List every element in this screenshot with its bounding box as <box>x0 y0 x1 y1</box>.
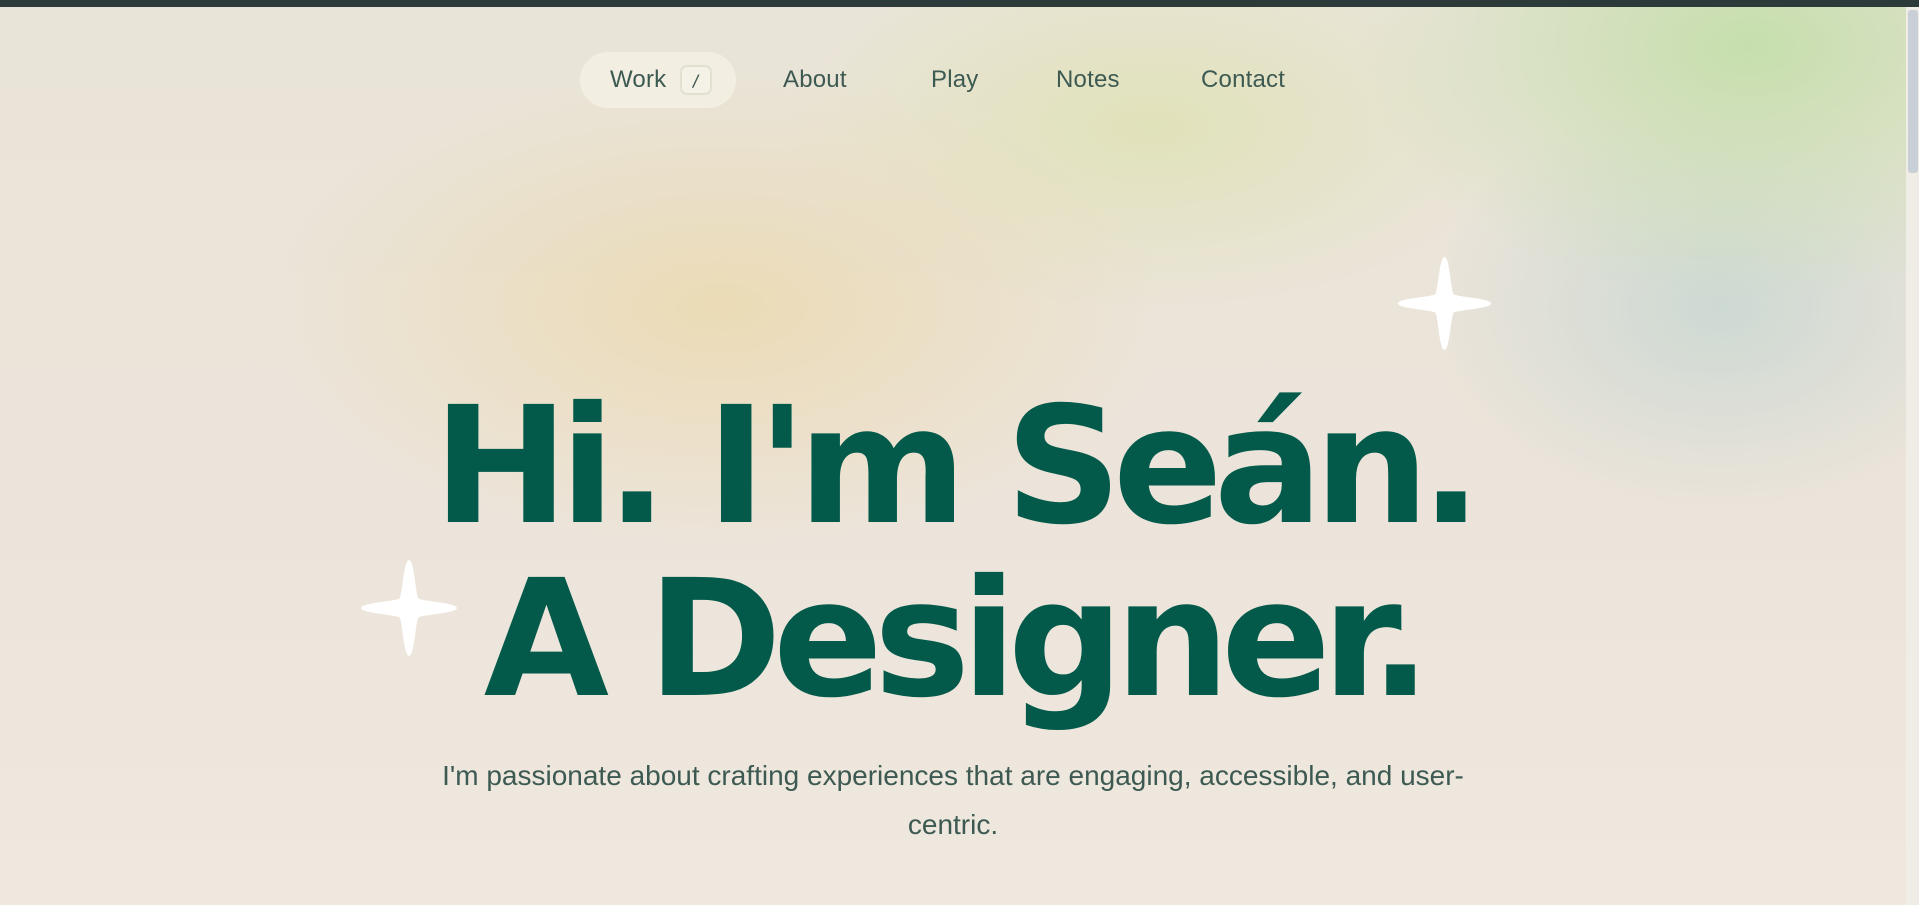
hero-subtitle: I'm passionate about crafting experience… <box>442 760 1464 840</box>
sparkle-icon <box>1398 257 1491 350</box>
nav-item-contact[interactable]: Contact <box>1201 52 1285 108</box>
nav-item-play[interactable]: Play <box>931 52 979 108</box>
keyboard-shortcut-badge: / <box>680 65 712 95</box>
hero-headline-line-2: A Designer. <box>483 545 1432 734</box>
nav-item-about[interactable]: About <box>783 52 847 108</box>
main-nav: Work / About Play Notes Contact <box>0 52 1906 108</box>
scrollbar-thumb[interactable] <box>1908 10 1918 173</box>
nav-item-notes[interactable]: Notes <box>1056 52 1120 108</box>
sparkle-icon <box>361 560 457 656</box>
nav-item-work[interactable]: Work / <box>580 52 736 108</box>
page-background: Work / About Play Notes Contact Hi. I'm … <box>0 7 1906 905</box>
browser-viewport: Work / About Play Notes Contact Hi. I'm … <box>0 0 1919 905</box>
nav-item-label: Work <box>610 66 667 93</box>
hero-headline-line-1: Hi. I'm Seán. <box>433 372 1482 561</box>
